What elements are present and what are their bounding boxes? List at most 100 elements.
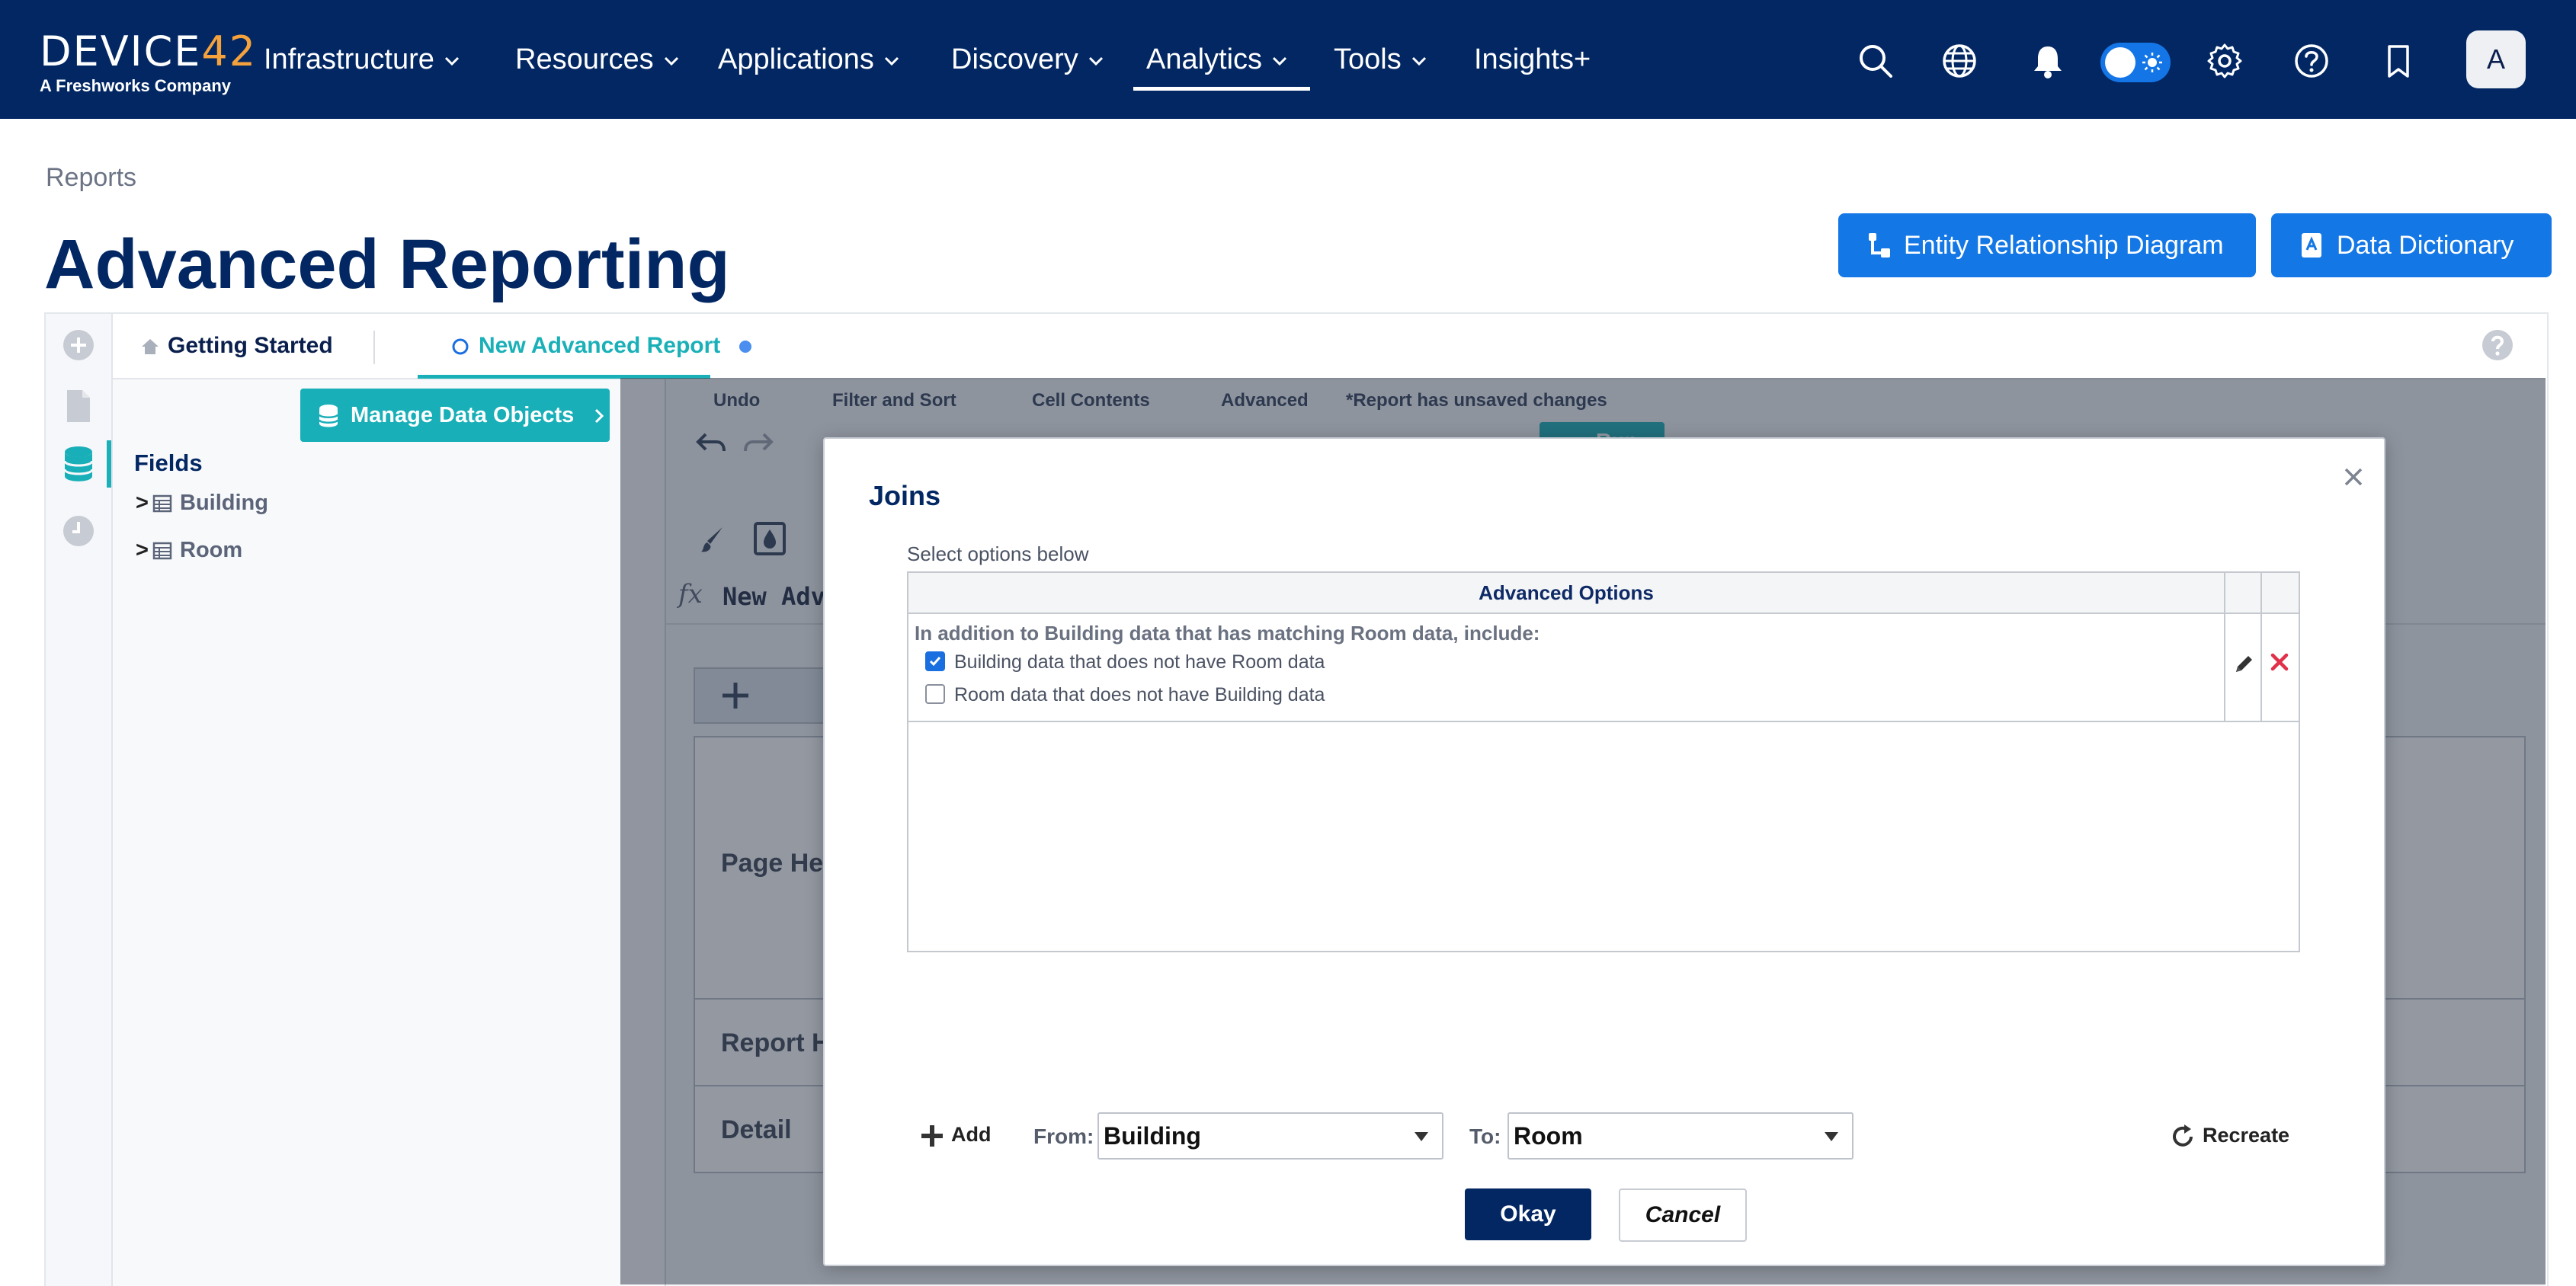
rail-active-indicator [107, 440, 111, 488]
option-building-without-room[interactable]: Building data that does not have Room da… [925, 651, 1325, 673]
tree-label: Building [180, 491, 268, 515]
nav-label: Analytics [1146, 43, 1263, 75]
device42-logo[interactable]: DEVICE42 A Freshworks Company [40, 29, 257, 96]
left-icon-rail [46, 314, 113, 1286]
tab-getting-started[interactable]: Getting Started [140, 314, 333, 378]
join-description: In addition to Building data that has ma… [915, 622, 1540, 645]
bell-icon[interactable] [2029, 42, 2067, 80]
grid-header-title: Advanced Options [1479, 581, 1654, 604]
table-row: In addition to Building data that has ma… [908, 614, 2299, 722]
to-select[interactable]: Room [1507, 1112, 1854, 1160]
toggle-knob [2105, 47, 2135, 78]
checkbox-unchecked[interactable] [925, 684, 945, 705]
refresh-icon [2169, 1123, 2196, 1150]
cancel-button[interactable]: Cancel [1619, 1188, 1747, 1242]
entity-relationship-diagram-button[interactable]: Entity Relationship Diagram [1838, 213, 2256, 277]
nav-label: Tools [1334, 43, 1402, 75]
avatar[interactable]: A [2466, 30, 2526, 88]
edit-icon[interactable] [2233, 652, 2256, 675]
nav-tools[interactable]: Tools [1334, 38, 1427, 81]
from-select[interactable]: Building [1097, 1112, 1443, 1160]
from-label: From: [1033, 1124, 1094, 1148]
tree-item-building[interactable]: > Building [136, 488, 268, 518]
recreate-button[interactable]: Recreate [2169, 1123, 2289, 1150]
document-icon[interactable] [61, 387, 96, 425]
chevron-down-icon [883, 56, 900, 66]
joins-dialog: Joins Select options below Advanced Opti… [823, 437, 2385, 1266]
tab-new-advanced-report[interactable]: New Advanced Report [451, 314, 753, 378]
tab-label: Getting Started [168, 333, 333, 358]
erd-label: Entity Relationship Diagram [1904, 231, 2224, 260]
bookmark-icon[interactable] [2379, 42, 2417, 80]
plus-icon [919, 1123, 945, 1149]
column-divider [2260, 614, 2262, 721]
table-icon [152, 542, 172, 560]
column-divider [2224, 614, 2225, 721]
data-dictionary-button[interactable]: Data Dictionary [2271, 213, 2552, 277]
tab-divider [373, 331, 375, 364]
sun-icon [2142, 53, 2162, 72]
history-icon[interactable] [61, 513, 96, 549]
nav-applications[interactable]: Applications [718, 38, 900, 81]
add-icon[interactable] [61, 328, 96, 363]
manage-data-objects-label: Manage Data Objects [351, 403, 575, 427]
fields-panel: Manage Data Objects Fields > Building > Ro… [113, 379, 666, 1286]
circle-icon [452, 338, 469, 355]
globe-icon[interactable] [1940, 42, 1978, 80]
tree-label: Room [180, 538, 243, 562]
data-dictionary-label: Data Dictionary [2337, 231, 2514, 260]
nav-active-indicator [1133, 87, 1310, 91]
add-join-button[interactable]: Add [919, 1123, 991, 1149]
to-value: Room [1514, 1122, 1583, 1150]
to-label: To: [1469, 1124, 1501, 1148]
top-navigation-bar: DEVICE42 A Freshworks Company Infrastruc… [0, 0, 2576, 119]
column-divider [2260, 573, 2262, 613]
option-room-without-building[interactable]: Room data that does not have Building da… [925, 683, 1325, 706]
chevron-right-icon[interactable]: > [136, 535, 152, 565]
page-title: Advanced Reporting [44, 226, 730, 303]
tree-item-room[interactable]: > Room [136, 535, 242, 565]
add-label: Add [951, 1123, 992, 1147]
unsaved-dot-icon [739, 341, 751, 353]
grid-header: Advanced Options [908, 573, 2299, 614]
option-label: Building data that does not have Room da… [954, 651, 1325, 673]
dialog-title: Joins [869, 480, 941, 511]
chevron-down-icon [663, 56, 680, 66]
checkbox-checked[interactable] [925, 651, 945, 672]
help-icon[interactable] [2480, 328, 2515, 363]
okay-button[interactable]: Okay [1465, 1188, 1591, 1240]
caret-down-icon [1413, 1131, 1430, 1143]
from-value: Building [1104, 1122, 1201, 1150]
nav-label: Resources [515, 43, 654, 75]
database-icon [318, 405, 339, 427]
logo-subtitle: A Freshworks Company [40, 76, 232, 95]
chevron-right-icon [595, 409, 604, 424]
diagram-icon [1867, 232, 1892, 259]
fields-title: Fields [134, 449, 203, 476]
chevron-down-icon [1271, 56, 1288, 66]
nav-resources[interactable]: Resources [515, 38, 680, 81]
breadcrumb[interactable]: Reports [46, 163, 136, 193]
tab-label: New Advanced Report [479, 333, 721, 358]
help-icon[interactable] [2292, 42, 2331, 80]
manage-data-objects-button[interactable]: Manage Data Objects [300, 389, 610, 442]
logo-accent: 42 [201, 27, 258, 75]
chevron-right-icon[interactable]: > [136, 488, 152, 518]
database-icon[interactable] [61, 445, 96, 483]
chevron-down-icon [444, 56, 460, 66]
theme-toggle[interactable] [2100, 43, 2171, 82]
nav-discovery[interactable]: Discovery [951, 38, 1104, 81]
nav-insights-plus[interactable]: Insights+ [1474, 38, 1591, 81]
report-tabs: Getting Started New Advanced Report [113, 314, 2546, 379]
nav-label: Insights+ [1474, 43, 1591, 75]
nav-analytics[interactable]: Analytics [1146, 38, 1288, 81]
gear-icon[interactable] [2206, 42, 2244, 80]
home-icon [142, 339, 159, 355]
search-icon[interactable] [1857, 42, 1895, 80]
book-icon [2300, 232, 2323, 259]
column-divider [2224, 573, 2225, 613]
chevron-down-icon [1088, 56, 1104, 66]
nav-infrastructure[interactable]: Infrastructure [264, 38, 460, 81]
delete-icon[interactable] [2268, 651, 2291, 673]
close-icon[interactable] [2343, 466, 2364, 488]
